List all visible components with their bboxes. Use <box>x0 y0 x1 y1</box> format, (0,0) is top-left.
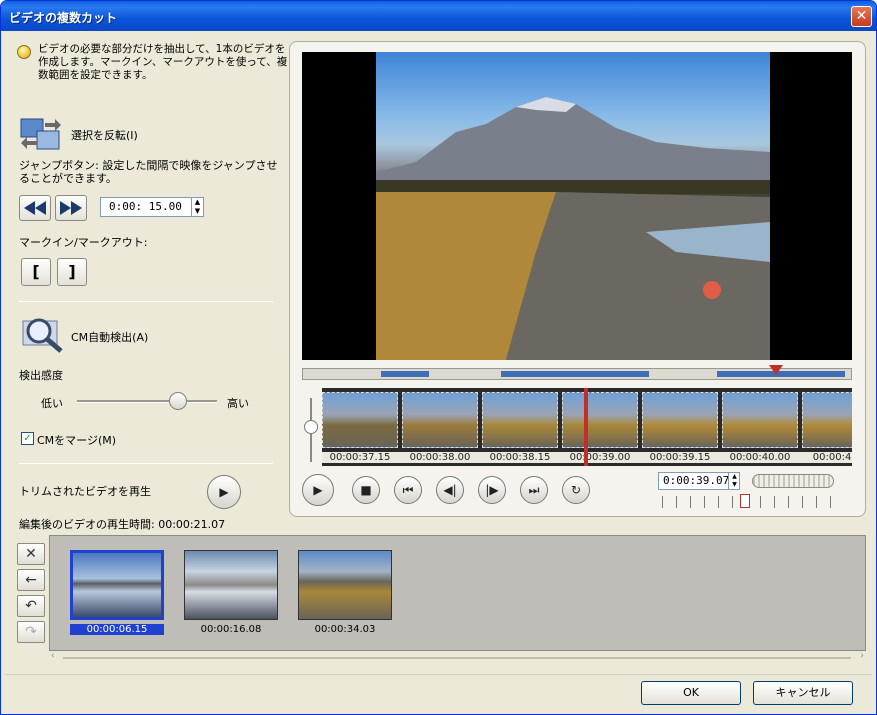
go-to-start-button[interactable]: ⏮ <box>394 476 422 504</box>
magnifier-icon[interactable] <box>21 315 65 353</box>
previous-frame-button[interactable]: ◀| <box>436 476 464 504</box>
rewind-icon <box>24 201 46 215</box>
shuttle-control[interactable] <box>752 474 834 488</box>
divider <box>19 463 273 464</box>
clip-panel: 00:00:06.15 00:00:16.08 00:00:34.03 <box>49 535 866 651</box>
sensitivity-slider-track[interactable] <box>77 400 217 403</box>
clip-thumbnail[interactable] <box>298 550 392 620</box>
invert-selection-label[interactable]: 選択を反転(I) <box>71 127 138 143</box>
jump-description: ジャンプボタン: 設定した間隔で映像をジャンプさせることができます。 <box>19 159 278 185</box>
invert-selection-icon[interactable] <box>19 115 63 153</box>
clip-panel-scrollbar[interactable]: ‹ › <box>49 651 866 665</box>
description-text: ビデオの必要な部分だけを抽出して、1本のビデオを作成します。マークイン、マークア… <box>38 43 288 81</box>
clip-thumbnail[interactable] <box>184 550 278 620</box>
cm-merge-label[interactable]: CMをマージ(M) <box>37 432 116 448</box>
film-frame <box>642 392 718 448</box>
sensitivity-high-label: 高い <box>227 397 249 410</box>
video-frame <box>376 52 770 360</box>
timeline-scrubber[interactable] <box>302 365 852 380</box>
jump-forward-button[interactable] <box>55 195 87 221</box>
timecode-label: 00:00:38.15 <box>480 452 560 463</box>
sensitivity-low-label: 低い <box>41 397 63 410</box>
playhead-marker-icon[interactable] <box>769 365 783 375</box>
video-preview <box>302 52 852 360</box>
title-bar: ビデオの複数カット ✕ <box>1 1 876 31</box>
next-frame-button[interactable]: |▶ <box>478 476 506 504</box>
jog-marker[interactable] <box>740 494 750 508</box>
dialog-window: ビデオの複数カット ✕ ビデオの必要な部分だけを抽出して、1本のビデオを作成しま… <box>0 0 877 715</box>
repeat-button[interactable]: ↻ <box>562 476 590 504</box>
film-frame <box>562 392 638 448</box>
clip-timecode: 00:00:34.03 <box>314 624 376 635</box>
cm-merge-checkbox[interactable]: ✓ <box>21 432 34 445</box>
mark-in-button[interactable]: [ <box>21 258 51 286</box>
delete-clip-button[interactable]: ✕ <box>17 543 45 565</box>
timecode-label: 00:00:37.15 <box>322 452 400 463</box>
stop-button[interactable]: ■ <box>352 476 380 504</box>
cancel-button[interactable]: キャンセル <box>753 681 853 705</box>
selected-segment <box>501 371 649 377</box>
go-to-end-button[interactable]: ⏭ <box>520 476 548 504</box>
jump-interval-input[interactable]: 0:00: 15.00 <box>100 197 204 217</box>
trimmed-play-label: トリムされたビデオを再生 <box>19 485 151 498</box>
cm-detect-label[interactable]: CM自動検出(A) <box>71 329 148 345</box>
window-title: ビデオの複数カット <box>9 11 118 25</box>
clip-timecode: 00:00:06.15 <box>70 624 164 635</box>
selected-segment <box>381 371 429 377</box>
timecode-label: 00:00:40.00 <box>720 452 800 463</box>
left-pane: ビデオの必要な部分だけを抽出して、1本のビデオを作成します。マークイン、マークア… <box>5 31 288 531</box>
timecode-label: 00:00:40.1 <box>800 452 852 463</box>
timecode-label: 00:00:38.00 <box>400 452 480 463</box>
redo-button[interactable]: ↷ <box>17 621 45 643</box>
undo-button[interactable]: ↶ <box>17 595 45 617</box>
play-trimmed-button[interactable]: ▶ <box>207 475 241 509</box>
jump-interval-spinner[interactable]: ▲ ▼ <box>191 198 203 216</box>
play-button[interactable]: ▶ <box>302 474 334 506</box>
mark-label: マークイン/マークアウト: <box>19 236 148 249</box>
clip-timecode: 00:00:16.08 <box>200 624 262 635</box>
film-frame <box>482 392 558 448</box>
sensitivity-label: 検出感度 <box>19 369 63 382</box>
current-time-spinner[interactable]: ▲ ▼ <box>728 473 740 489</box>
sensitivity-slider-thumb[interactable] <box>169 392 187 410</box>
dialog-body: ビデオの必要な部分だけを抽出して、1本のビデオを作成します。マークイン、マークア… <box>5 31 872 712</box>
bulb-icon <box>17 45 31 59</box>
timecode-label: 00:00:39.00 <box>560 452 640 463</box>
timecode-label: 00:00:39.15 <box>640 452 720 463</box>
film-frame <box>802 392 852 448</box>
filmstrip[interactable]: 00:00:37.15 00:00:38.00 00:00:38.15 00:0… <box>322 388 852 466</box>
ok-button[interactable]: OK <box>641 681 741 705</box>
preview-panel: 00:00:37.15 00:00:38.00 00:00:38.15 00:0… <box>289 41 866 517</box>
clip-thumbnail[interactable] <box>70 550 164 620</box>
mark-out-button[interactable]: ] <box>57 258 87 286</box>
move-left-button[interactable]: ← <box>17 569 45 591</box>
playhead-line[interactable] <box>584 388 588 466</box>
video-image <box>376 97 770 360</box>
close-button[interactable]: ✕ <box>851 6 872 27</box>
dialog-footer <box>5 674 872 712</box>
jump-back-button[interactable] <box>19 195 51 221</box>
zoom-slider[interactable] <box>304 394 318 466</box>
film-frame <box>722 392 798 448</box>
film-frame <box>322 392 398 448</box>
divider <box>19 301 273 302</box>
edited-duration-text: 編集後のビデオの再生時間: 00:00:21.07 <box>19 518 226 531</box>
fast-forward-icon <box>60 201 82 215</box>
film-frame <box>402 392 478 448</box>
